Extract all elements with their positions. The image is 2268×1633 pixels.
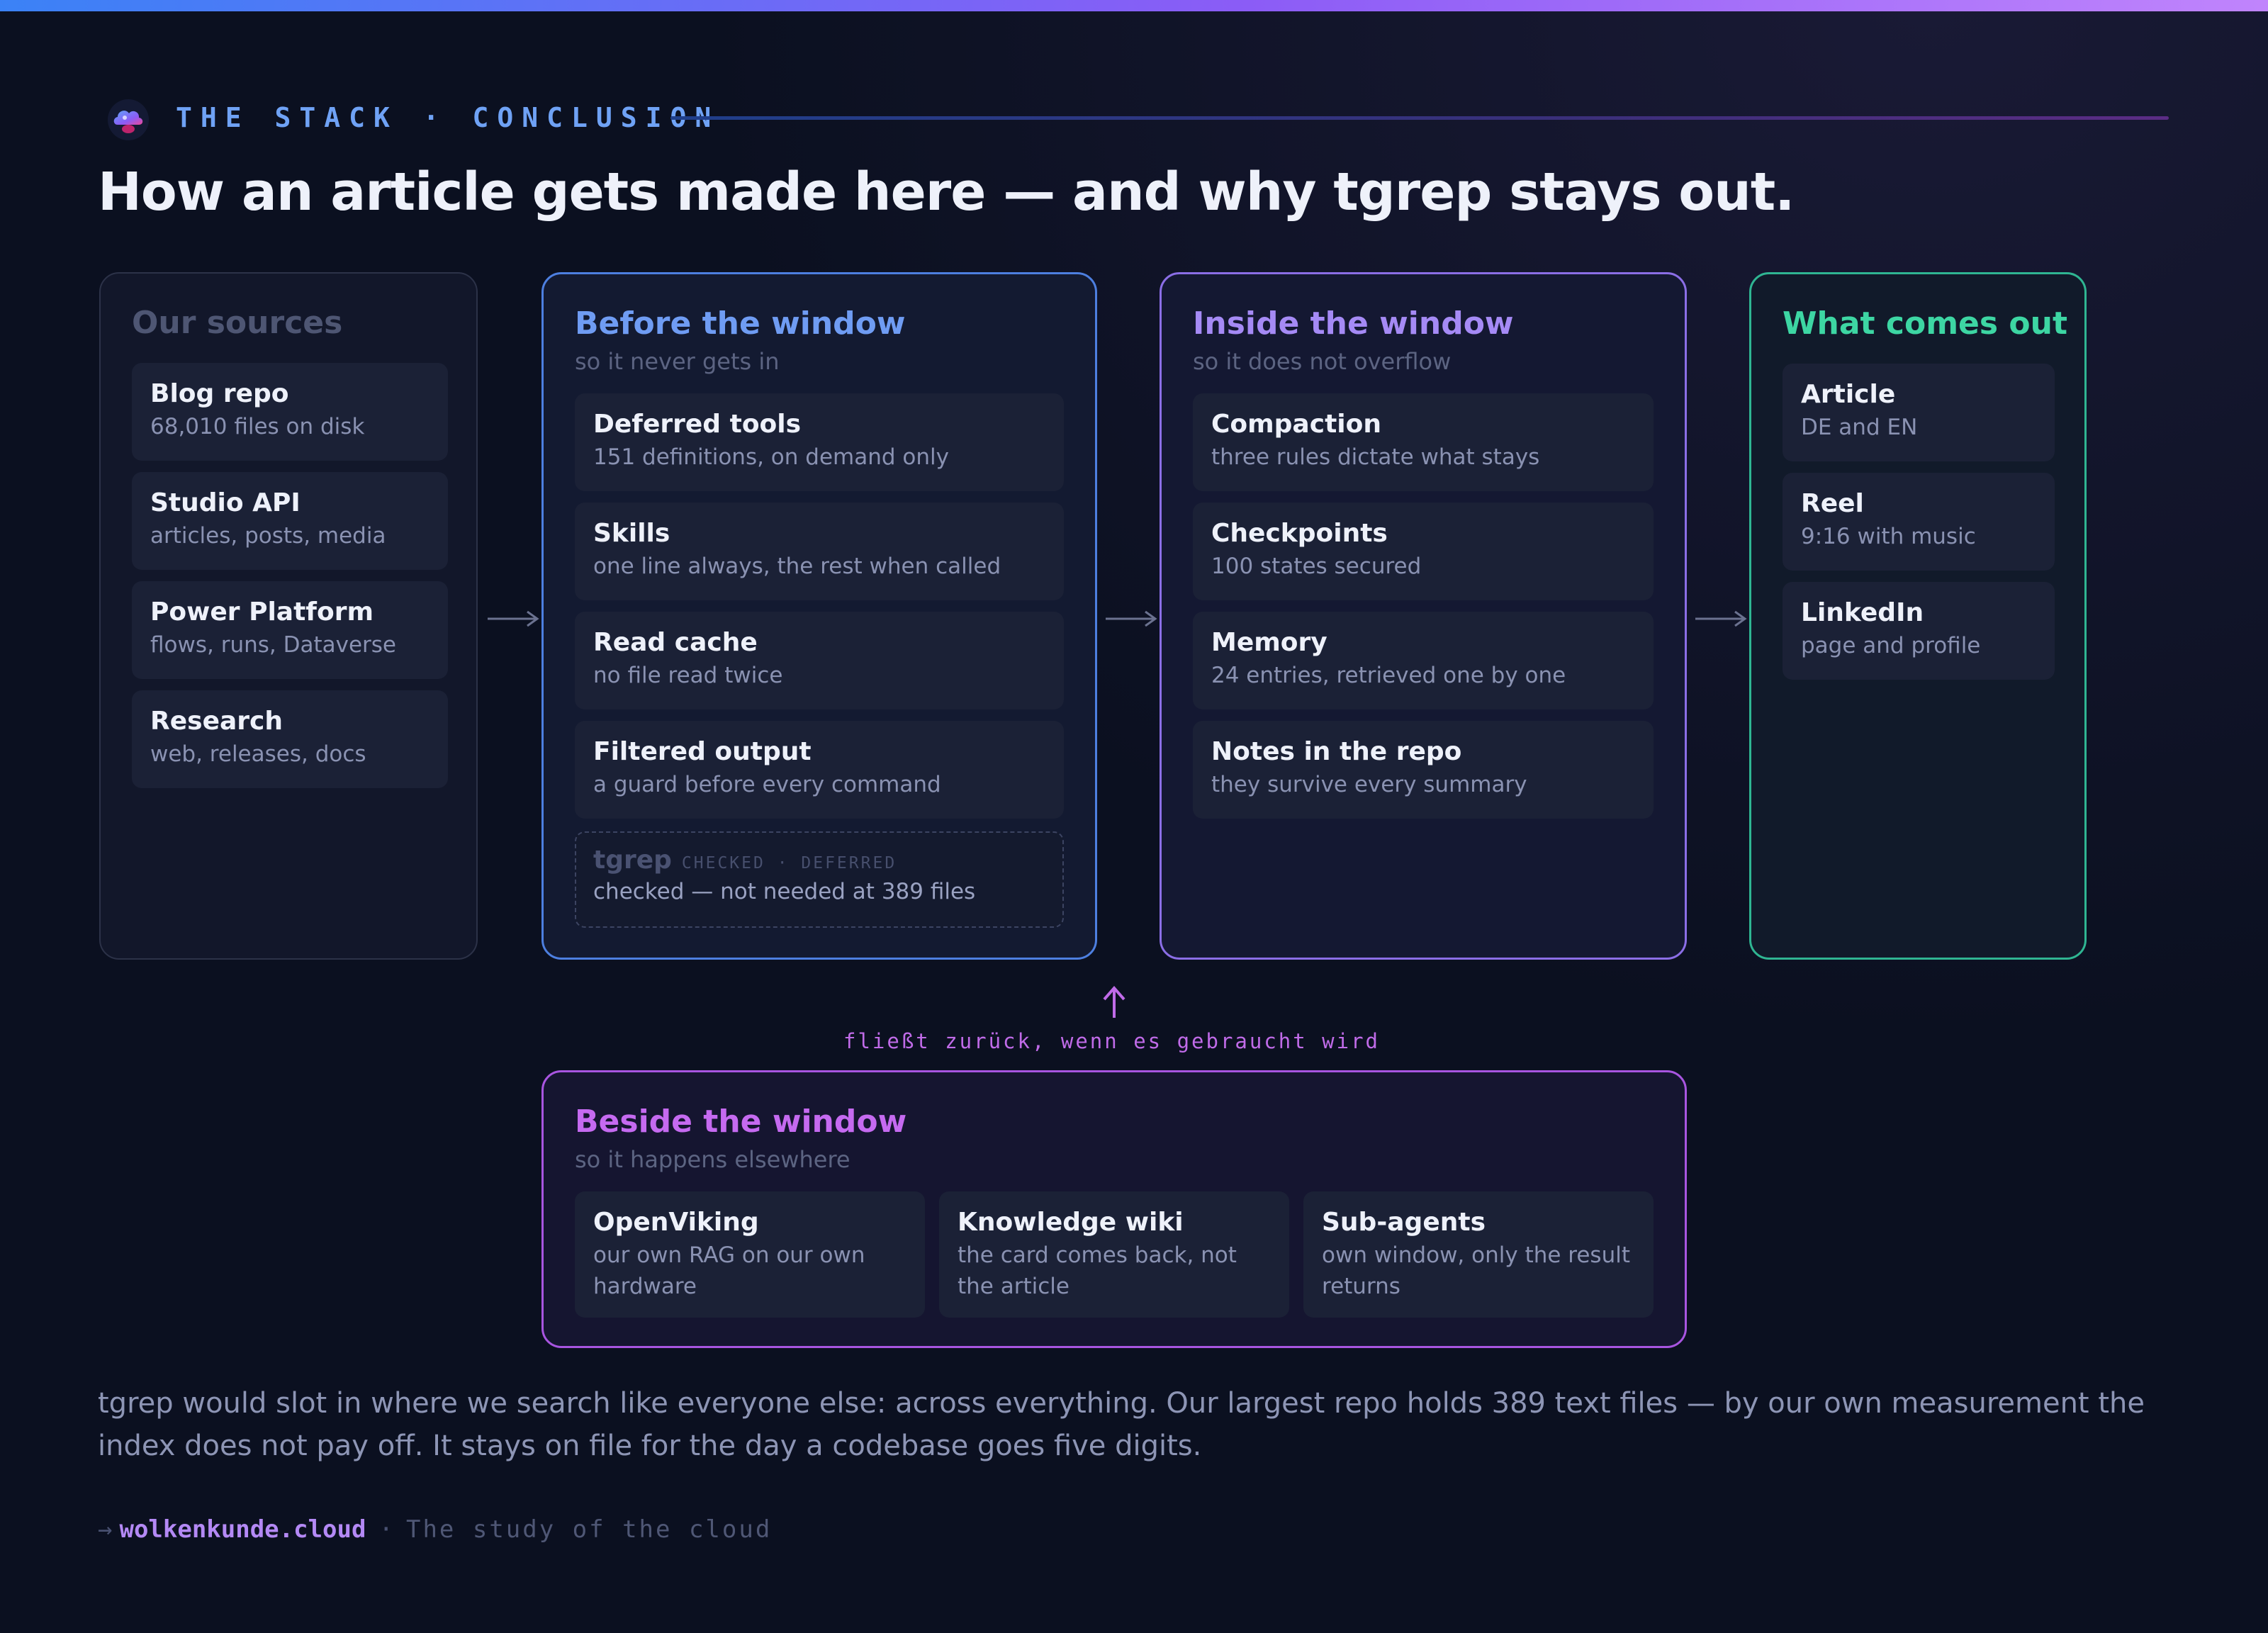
card-title: Studio API (150, 488, 301, 517)
site-link[interactable]: wolkenkunde.cloud (119, 1515, 366, 1544)
card-desc: no file read twice (593, 663, 783, 688)
card-skills: Skills one line always, the rest when ca… (575, 503, 1064, 600)
card-filtered-output: Filtered output a guard before every com… (575, 721, 1064, 819)
card-desc: web, releases, docs (150, 741, 366, 767)
tgrep-status-tag: CHECKED · DEFERRED (681, 854, 897, 872)
top-gradient-bar (0, 0, 2268, 11)
output-card-article: Article DE and EN (1783, 364, 2055, 461)
card-title: Research (150, 707, 283, 736)
before-title: Before the window (575, 305, 906, 342)
source-card-studio-api: Studio API articles, posts, media (132, 472, 448, 570)
card-memory: Memory 24 entries, retrieved one by one (1193, 612, 1654, 709)
card-desc: articles, posts, media (150, 523, 386, 549)
output-title: What comes out (1783, 305, 2067, 342)
inside-window-column: Inside the window so it does not overflo… (1160, 272, 1687, 960)
eyebrow-divider (670, 116, 2169, 120)
page-title: How an article gets made here — and why … (98, 162, 1795, 223)
card-desc: own window, only the result returns (1322, 1242, 1630, 1299)
card-title: Compaction (1211, 410, 1381, 439)
card-title: Blog repo (150, 379, 289, 408)
source-card-blog-repo: Blog repo 68,010 files on disk (132, 363, 448, 461)
inside-title: Inside the window (1193, 305, 1514, 342)
beside-title: Beside the window (575, 1104, 907, 1140)
footer-signature: → wolkenkunde.cloud · The study of the clou… (98, 1515, 772, 1544)
card-title: Sub-agents (1322, 1208, 1486, 1237)
card-desc: our own RAG on our own hardware (593, 1242, 865, 1299)
beside-window-panel: Beside the window so it happens elsewher… (541, 1070, 1687, 1348)
sources-column: Our sources Blog repo 68,010 files on di… (99, 272, 478, 960)
card-openviking: OpenViking our own RAG on our own hardwa… (575, 1191, 925, 1318)
flow-back-note: fließt zurück, wenn es gebraucht wird (843, 1029, 1381, 1053)
output-card-reel: Reel 9:16 with music (1783, 473, 2055, 571)
card-title: Skills (593, 519, 670, 548)
card-deferred-tools: Deferred tools 151 definitions, on deman… (575, 393, 1064, 491)
card-desc: page and profile (1801, 633, 1981, 658)
conclusion-paragraph: tgrep would slot in where we search like… (98, 1387, 2145, 1462)
card-desc: flows, runs, Dataverse (150, 632, 397, 658)
card-desc: they survive every summary (1211, 772, 1527, 797)
eyebrow-label: THE STACK · CONCLUSION (176, 102, 720, 133)
site-tagline: The study of the cloud (405, 1515, 773, 1544)
card-desc: 151 definitions, on demand only (593, 444, 949, 470)
card-desc: the card comes back, not the article (958, 1242, 1237, 1299)
card-compaction: Compaction three rules dictate what stay… (1193, 393, 1654, 491)
card-desc: three rules dictate what stays (1211, 444, 1540, 470)
arrow-right-icon (1695, 610, 1747, 627)
card-title: LinkedIn (1801, 598, 1924, 627)
before-subtitle: so it never gets in (575, 348, 780, 375)
card-notes-in-repo: Notes in the repo they survive every sum… (1193, 721, 1654, 819)
output-column: What comes out Article DE and EN Reel 9:… (1749, 272, 2087, 960)
card-title: Filtered output (593, 737, 812, 766)
card-desc: 68,010 files on disk (150, 414, 365, 439)
tgrep-desc: checked — not needed at 389 files (593, 879, 976, 904)
card-desc: one line always, the rest when called (593, 554, 1001, 579)
card-desc: 24 entries, retrieved one by one (1211, 663, 1566, 688)
separator-dot: · (378, 1515, 393, 1544)
card-title: OpenViking (593, 1208, 759, 1237)
card-title: Read cache (593, 628, 758, 657)
card-sub-agents: Sub-agents own window, only the result r… (1303, 1191, 1654, 1318)
card-title: Article (1801, 380, 1896, 409)
card-knowledge-wiki: Knowledge wiki the card comes back, not … (939, 1191, 1289, 1318)
card-desc: DE and EN (1801, 415, 1918, 440)
source-card-research: Research web, releases, docs (132, 690, 448, 788)
card-title: Knowledge wiki (958, 1208, 1184, 1237)
arrow-up-icon (1103, 985, 1125, 1018)
arrow-right-icon (1106, 610, 1157, 627)
arrow-right-icon (488, 610, 539, 627)
card-title: Power Platform (150, 597, 374, 627)
source-card-power-platform: Power Platform flows, runs, Dataverse (132, 581, 448, 679)
beside-subtitle: so it happens elsewhere (575, 1146, 850, 1173)
tgrep-name: tgrep (593, 846, 672, 875)
tgrep-card: tgrep CHECKED · DEFERRED checked — not ne… (575, 831, 1064, 928)
card-title: Memory (1211, 628, 1327, 657)
card-desc: 100 states secured (1211, 554, 1422, 579)
card-read-cache: Read cache no file read twice (575, 612, 1064, 709)
before-window-column: Before the window so it never gets in De… (541, 272, 1097, 960)
arrow-right-icon: → (98, 1515, 113, 1544)
card-desc: a guard before every command (593, 772, 941, 797)
card-title: Reel (1801, 489, 1864, 518)
card-title: Notes in the repo (1211, 737, 1462, 766)
card-checkpoints: Checkpoints 100 states secured (1193, 503, 1654, 600)
card-desc: 9:16 with music (1801, 524, 1976, 549)
card-title: Deferred tools (593, 410, 802, 439)
cloud-logo-icon (108, 99, 149, 140)
card-title: Checkpoints (1211, 519, 1388, 548)
sources-title: Our sources (132, 305, 343, 341)
inside-subtitle: so it does not overflow (1193, 348, 1452, 375)
output-card-linkedin: LinkedIn page and profile (1783, 582, 2055, 680)
